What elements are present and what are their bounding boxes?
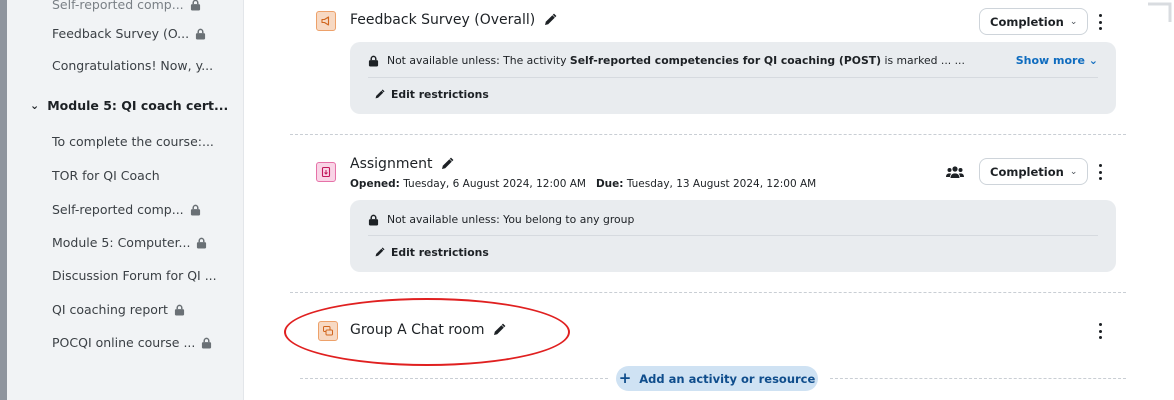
divider: [368, 77, 1098, 78]
course-index-item[interactable]: Discussion Forum for QI ...: [52, 268, 217, 283]
course-index-item[interactable]: TOR for QI Coach: [52, 168, 160, 183]
drawer-scrollbar[interactable]: [0, 0, 7, 400]
pencil-icon[interactable]: [543, 13, 557, 27]
chevron-down-icon[interactable]: ⌄: [30, 99, 39, 112]
add-activity-button[interactable]: + Add an activity or resource: [616, 366, 818, 391]
course-index-item[interactable]: POCQI online course ...: [52, 335, 212, 350]
more-actions-icon[interactable]: [1097, 14, 1103, 30]
chevron-down-icon: ⌄: [1088, 54, 1098, 67]
activity-title-chat[interactable]: Group A Chat room: [350, 322, 506, 338]
pencil-icon: [375, 247, 385, 257]
course-index-section[interactable]: ⌄ Module 5: QI coach cert...: [30, 98, 228, 113]
pencil-icon: [375, 89, 385, 99]
pencil-icon[interactable]: [440, 157, 454, 171]
feedback-icon[interactable]: [316, 11, 336, 31]
course-index-item[interactable]: Self-reported comp...: [52, 202, 201, 217]
completion-dropdown[interactable]: Completion ⌄: [979, 158, 1089, 185]
chevron-down-icon: ⌄: [1069, 16, 1078, 27]
course-index-item[interactable]: QI coaching report: [52, 302, 185, 317]
lock-icon: [196, 28, 206, 39]
edit-restrictions-link[interactable]: Edit restrictions: [374, 88, 489, 101]
restriction-box: Not available unless: The activity Self-…: [350, 42, 1116, 114]
add-divider-left: [300, 378, 608, 379]
lock-icon: [190, 204, 200, 215]
pencil-icon[interactable]: [492, 323, 506, 337]
course-index-item[interactable]: To complete the course:...: [52, 134, 214, 149]
chat-icon[interactable]: [318, 321, 338, 341]
more-actions-icon[interactable]: [1097, 323, 1103, 339]
add-divider-right: [830, 378, 1126, 379]
course-index-item[interactable]: Self-reported comp...: [52, 0, 201, 12]
restriction-text: Not available unless: The activity Self-…: [368, 54, 965, 67]
corner-shadow-icon: [1148, 2, 1172, 22]
group-mode-icon[interactable]: [946, 165, 964, 179]
activity-divider: [290, 292, 1126, 293]
activity-title-assignment[interactable]: Assignment: [350, 156, 454, 172]
divider: [368, 235, 1098, 236]
restriction-text: Not available unless: You belong to any …: [368, 213, 634, 226]
lock-icon: [174, 304, 185, 315]
show-more-link[interactable]: Show more ⌄: [1016, 54, 1098, 67]
activity-title-feedback[interactable]: Feedback Survey (Overall): [350, 12, 557, 28]
more-actions-icon[interactable]: [1097, 164, 1103, 180]
plus-icon: +: [618, 369, 632, 387]
chevron-down-icon: ⌄: [1069, 166, 1078, 177]
course-index-item[interactable]: Module 5: Computer...: [52, 235, 207, 250]
lock-icon: [368, 214, 379, 225]
course-index-item[interactable]: Congratulations! Now, y...: [52, 58, 213, 73]
assignment-icon[interactable]: [316, 162, 336, 182]
completion-dropdown[interactable]: Completion ⌄: [979, 8, 1089, 35]
lock-icon: [190, 0, 200, 10]
lock-icon: [197, 237, 207, 248]
assignment-dates: Opened: Tuesday, 6 August 2024, 12:00 AM…: [350, 178, 817, 190]
lock-icon: [202, 337, 212, 348]
course-index-drawer: Self-reported comp... Feedback Survey (O…: [0, 0, 244, 400]
activity-divider: [290, 134, 1126, 135]
course-index-item[interactable]: Feedback Survey (O...: [52, 26, 206, 41]
restriction-box: Not available unless: You belong to any …: [350, 200, 1116, 272]
edit-restrictions-link[interactable]: Edit restrictions: [374, 246, 489, 259]
lock-icon: [368, 55, 379, 66]
